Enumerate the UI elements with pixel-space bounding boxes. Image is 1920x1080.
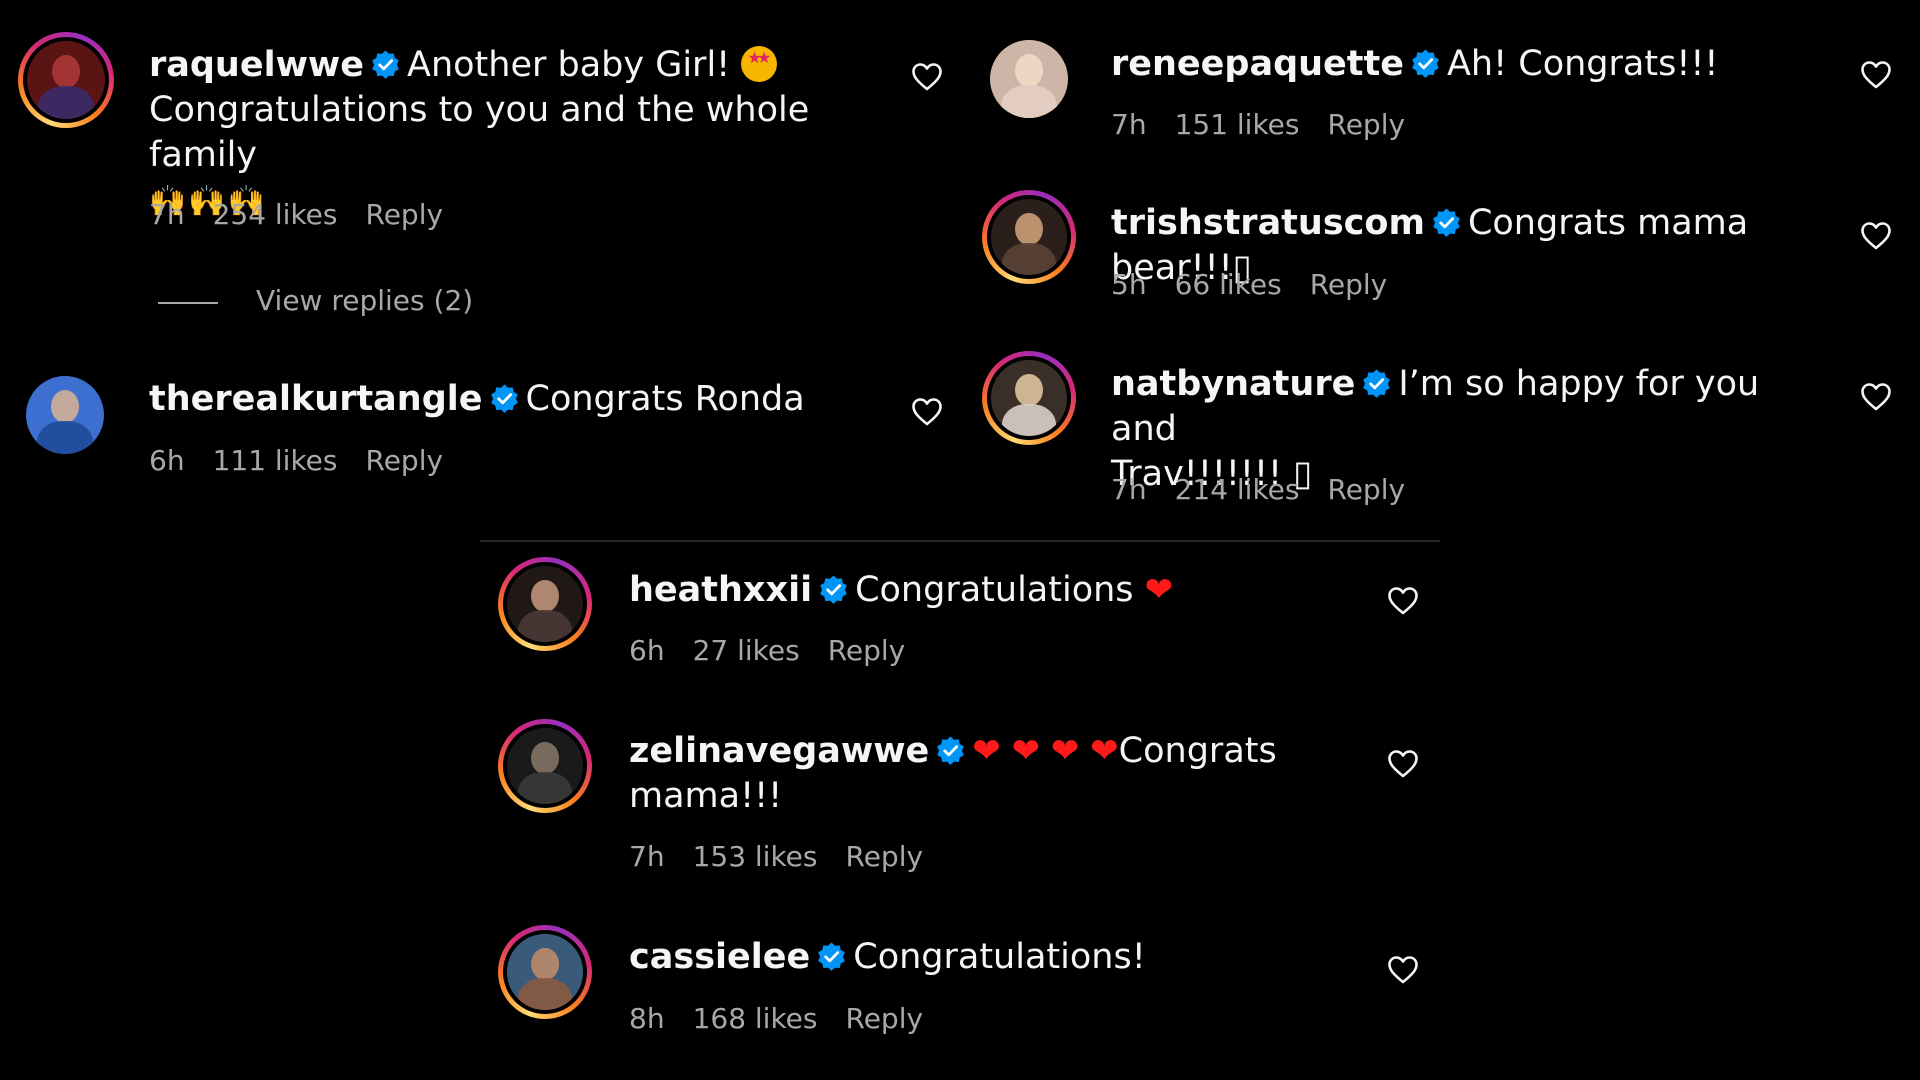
avatar[interactable] [982, 351, 1076, 445]
likes-count[interactable]: 254 likes [213, 198, 338, 231]
avatar[interactable] [990, 40, 1068, 118]
comment-time: 5h [1111, 268, 1147, 301]
username[interactable]: raquelwwe [149, 45, 364, 85]
comment-time: 7h [629, 840, 665, 873]
like-heart-icon[interactable] [1860, 221, 1892, 251]
reply-button[interactable]: Reply [846, 840, 924, 873]
comment-text-line2: mama!!! [629, 776, 783, 816]
verified-badge-icon [1410, 48, 1441, 79]
reply-button[interactable]: Reply [366, 198, 444, 231]
likes-count[interactable]: 27 likes [693, 634, 800, 667]
comment-time: 8h [629, 1002, 665, 1035]
reply-button[interactable]: Reply [1328, 108, 1406, 141]
like-heart-icon[interactable] [1387, 586, 1419, 616]
username[interactable]: heathxxii [629, 570, 812, 610]
avatar[interactable] [498, 925, 592, 1019]
comment-text: Congratulations! [853, 937, 1146, 977]
verified-badge-icon [935, 735, 966, 766]
star-struck-emoji-icon [741, 46, 778, 82]
likes-count[interactable]: 151 likes [1175, 108, 1300, 141]
view-replies-label[interactable]: View replies (2) [256, 284, 473, 317]
view-replies-line [158, 302, 218, 304]
like-heart-icon[interactable] [911, 397, 943, 427]
likes-count[interactable]: 111 likes [213, 444, 338, 477]
avatar-image [987, 195, 1071, 279]
avatar-image [990, 40, 1068, 118]
like-heart-icon[interactable] [1387, 749, 1419, 779]
like-heart-icon[interactable] [911, 62, 943, 92]
username[interactable]: therealkurtangle [149, 379, 483, 419]
verified-badge-icon [1431, 207, 1462, 238]
likes-count[interactable]: 153 likes [693, 840, 818, 873]
avatar[interactable] [18, 32, 114, 128]
comment-time: 7h [1111, 473, 1147, 506]
avatar[interactable] [26, 376, 104, 454]
comment-text: Another baby Girl! [407, 45, 731, 85]
red-heart-emoji-icon: ❤ ❤ ❤ ❤ [972, 731, 1119, 771]
comment-text: Ah! Congrats!!! [1446, 44, 1719, 84]
reply-button[interactable]: Reply [366, 444, 444, 477]
avatar[interactable] [498, 557, 592, 651]
verified-badge-icon [818, 574, 849, 605]
username[interactable]: natbynature [1111, 364, 1355, 404]
verified-badge-icon [489, 383, 520, 414]
verified-badge-icon [370, 49, 401, 80]
like-heart-icon[interactable] [1387, 955, 1419, 985]
comment-text-line2: Congratulations to you and the whole fam… [149, 90, 810, 175]
comment-time: 7h [1111, 108, 1147, 141]
username[interactable]: reneepaquette [1111, 44, 1404, 84]
likes-count[interactable]: 168 likes [693, 1002, 818, 1035]
avatar-image [503, 562, 587, 646]
comment-text: Congrats [1118, 731, 1277, 771]
username[interactable]: trishstratuscom [1111, 203, 1425, 243]
username[interactable]: cassielee [629, 937, 810, 977]
avatar-image [503, 724, 587, 808]
avatar[interactable] [982, 190, 1076, 284]
reply-button[interactable]: Reply [1328, 473, 1406, 506]
like-heart-icon[interactable] [1860, 60, 1892, 90]
avatar-image [26, 376, 104, 454]
avatar[interactable] [498, 719, 592, 813]
reply-button[interactable]: Reply [1310, 268, 1388, 301]
verified-badge-icon [1361, 368, 1392, 399]
red-heart-emoji-icon: ❤ [1144, 570, 1174, 610]
avatar-image [503, 930, 587, 1014]
section-divider [480, 540, 1440, 542]
like-heart-icon[interactable] [1860, 382, 1892, 412]
avatar-image [987, 356, 1071, 440]
likes-count[interactable]: 214 likes [1175, 473, 1300, 506]
view-replies-button[interactable]: View replies (2) [158, 284, 478, 320]
verified-badge-icon [816, 941, 847, 972]
comment-time: 7h [149, 198, 185, 231]
comment-time: 6h [149, 444, 185, 477]
reply-button[interactable]: Reply [828, 634, 906, 667]
comment-text: Congrats Ronda [525, 379, 805, 419]
avatar-image [23, 37, 109, 123]
username[interactable]: zelinavegawwe [629, 731, 929, 771]
comment-text: Congratulations [855, 570, 1134, 610]
reply-button[interactable]: Reply [846, 1002, 924, 1035]
comment-time: 6h [629, 634, 665, 667]
likes-count[interactable]: 66 likes [1175, 268, 1282, 301]
